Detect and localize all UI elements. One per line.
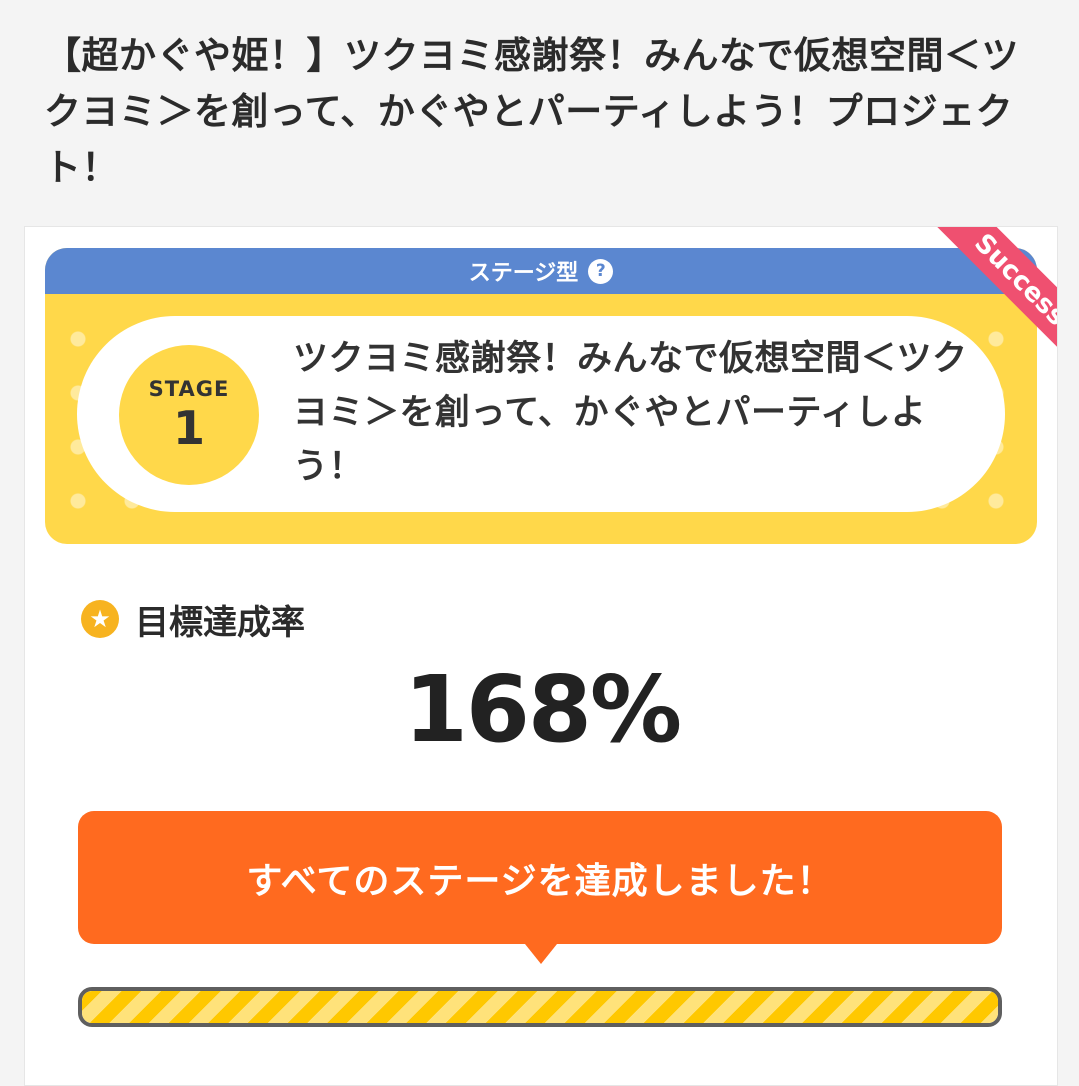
project-status-card: ステージ型 ? STAGE 1 ツクヨミ感謝祭！みんなで仮想空間＜ツクヨミ＞を創… <box>24 226 1058 1086</box>
progress-fill <box>82 991 998 1023</box>
goal-label-row: ★ 目標達成率 <box>81 597 305 643</box>
progress-bar <box>78 987 1002 1027</box>
stage-pill: STAGE 1 ツクヨミ感謝祭！みんなで仮想空間＜ツクヨミ＞を創って、かぐやとパ… <box>77 316 1005 512</box>
help-icon[interactable]: ? <box>588 258 614 284</box>
stage-type-bar: ステージ型 ? <box>45 248 1037 294</box>
stage-box: ステージ型 ? STAGE 1 ツクヨミ感謝祭！みんなで仮想空間＜ツクヨミ＞を創… <box>45 248 1037 544</box>
page-title: 【超かぐや姫！】ツクヨミ感謝祭！みんなで仮想空間＜ツクヨミ＞を創って、かぐやとパ… <box>44 34 1019 189</box>
goal-rate-value: 168% <box>403 656 682 763</box>
stage-type-label: ステージ型 <box>468 261 579 286</box>
stage-title: ツクヨミ感謝祭！みんなで仮想空間＜ツクヨミ＞を創って、かぐやとパーティしよう！ <box>293 339 968 487</box>
stage-badge-label: STAGE <box>148 377 230 401</box>
all-stages-complete-banner: すべてのステージを達成しました！ <box>78 811 1002 944</box>
stage-number: 1 <box>172 401 205 455</box>
banner-pointer <box>525 944 557 964</box>
star-icon: ★ <box>81 600 119 638</box>
stage-badge: STAGE 1 <box>119 345 259 485</box>
goal-label: 目標達成率 <box>135 602 305 643</box>
